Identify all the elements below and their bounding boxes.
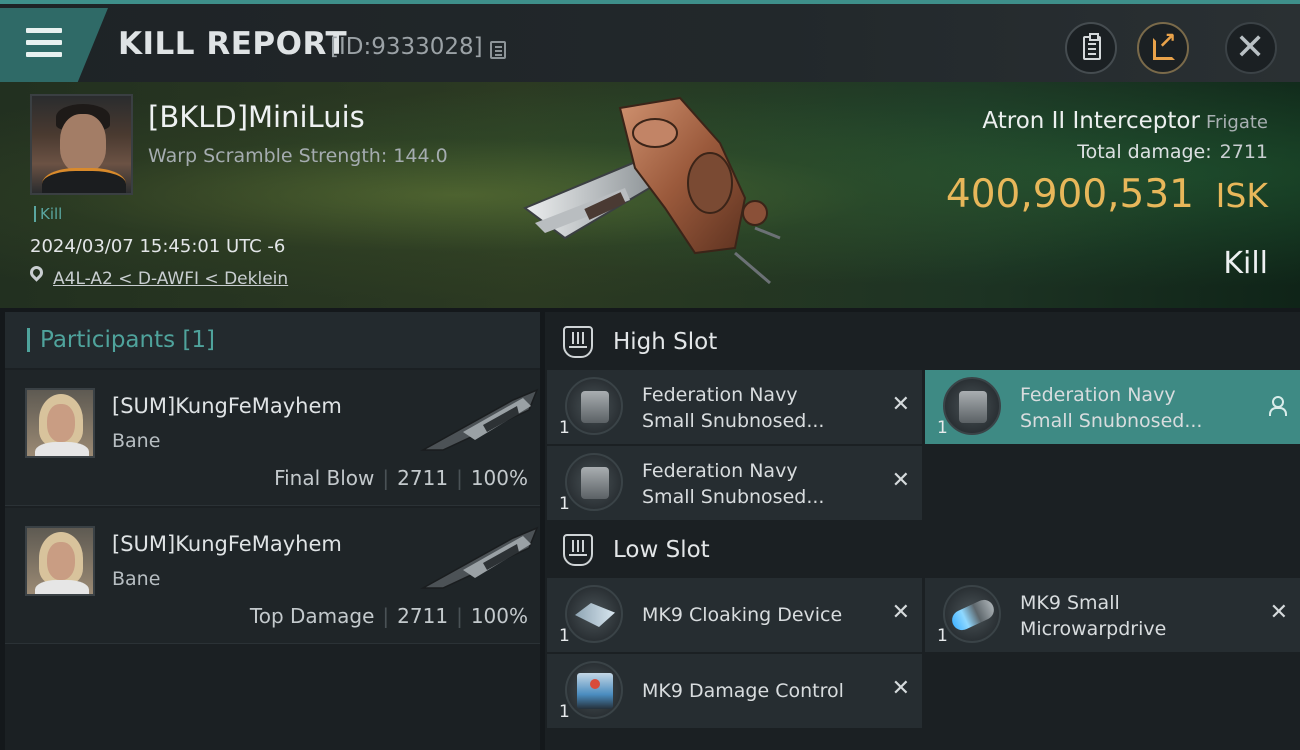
participant-ship: Bane bbox=[112, 568, 161, 590]
fitting-panel: High Slot 1 Federation Navy Small Snubnos… bbox=[545, 312, 1300, 750]
module-name: MK9 Small Microwarpdrive bbox=[1020, 592, 1167, 640]
menu-button[interactable] bbox=[0, 8, 108, 82]
warp-scramble-strength: Warp Scramble Strength: 144.0 bbox=[148, 145, 448, 167]
participants-header[interactable]: Participants [1] bbox=[5, 312, 540, 368]
cloak-icon bbox=[565, 585, 623, 643]
copy-icon[interactable] bbox=[490, 41, 506, 59]
participant-row[interactable]: [SUM]KungFeMayhem Bane Final Blow | 2711 | 1… bbox=[5, 370, 540, 506]
high-slot-header: High Slot bbox=[545, 314, 1300, 370]
destroyed-icon: ✕ bbox=[891, 468, 910, 493]
participant-name: [SUM]KungFeMayhem bbox=[112, 394, 342, 418]
ship-class: Frigate bbox=[1205, 112, 1268, 133]
participant-stats: Top Damage | 2711 | 100% bbox=[249, 604, 528, 628]
participant-avatar[interactable] bbox=[25, 388, 95, 458]
clipboard-button[interactable] bbox=[1065, 22, 1117, 74]
clipboard-icon bbox=[1083, 33, 1101, 60]
destroyed-icon: ✕ bbox=[891, 676, 910, 701]
participant-ship-image bbox=[420, 526, 539, 589]
module-item[interactable]: 1 MK9 Cloaking Device ✕ bbox=[547, 578, 922, 652]
module-name: Federation Navy Small Snubnosed... bbox=[642, 460, 825, 508]
participants-label: Participants [1] bbox=[40, 327, 215, 353]
user-icon bbox=[1268, 396, 1287, 416]
module-name: Federation Navy Small Snubnosed... bbox=[642, 384, 825, 432]
location-link[interactable]: A4L-A2 < D-AWFI < Deklein bbox=[53, 269, 288, 289]
kill-timestamp: 2024/03/07 15:45:01 UTC -6 bbox=[30, 236, 286, 257]
turret-icon bbox=[565, 453, 623, 511]
damage-control-icon bbox=[565, 661, 623, 719]
participant-avatar[interactable] bbox=[25, 526, 95, 596]
isk-unit: ISK bbox=[1215, 176, 1268, 215]
destroyed-icon: ✕ bbox=[891, 600, 910, 625]
module-item[interactable]: 1 Federation Navy Small Snubnosed... bbox=[925, 370, 1300, 444]
victim-ship-image[interactable] bbox=[505, 88, 795, 298]
kill-tag: Kill bbox=[34, 206, 62, 222]
participant-stats: Final Blow | 2711 | 100% bbox=[274, 466, 528, 490]
turret-icon bbox=[565, 377, 623, 435]
high-slot-icon bbox=[563, 326, 593, 358]
module-name: Federation Navy Small Snubnosed... bbox=[1020, 384, 1203, 432]
participant-ship-image bbox=[420, 388, 539, 451]
top-bar: KILL REPORT [ID:9333028] ✕ bbox=[0, 0, 1300, 82]
close-button[interactable]: ✕ bbox=[1225, 22, 1277, 74]
low-slot-header: Low Slot bbox=[545, 522, 1300, 578]
low-slot-icon bbox=[563, 534, 593, 566]
share-button[interactable] bbox=[1137, 22, 1189, 74]
module-name: MK9 Cloaking Device bbox=[642, 604, 843, 626]
participant-name: [SUM]KungFeMayhem bbox=[112, 532, 342, 556]
module-item[interactable]: 1 Federation Navy Small Snubnosed... ✕ bbox=[547, 446, 922, 520]
module-name: MK9 Damage Control bbox=[642, 680, 844, 702]
participants-panel: Participants [1] [SUM]KungFeMayhem Bane … bbox=[5, 312, 540, 750]
isk-value: 400,900,531 bbox=[945, 172, 1194, 217]
share-icon bbox=[1153, 29, 1176, 60]
microwarpdrive-icon bbox=[943, 585, 1001, 643]
participant-ship: Bane bbox=[112, 430, 161, 452]
page-title: KILL REPORT bbox=[118, 26, 348, 62]
destroyed-icon: ✕ bbox=[891, 392, 910, 417]
hamburger-icon bbox=[26, 28, 62, 58]
victim-name[interactable]: [BKLD]MiniLuis bbox=[148, 100, 365, 134]
total-damage-value: 2711 bbox=[1219, 141, 1268, 163]
close-icon: ✕ bbox=[1235, 27, 1266, 68]
kill-result: Kill bbox=[1223, 246, 1268, 281]
destroyed-icon: ✕ bbox=[1269, 600, 1288, 625]
ship-name[interactable]: Atron II Interceptor Frigate bbox=[982, 108, 1268, 134]
total-damage: Total damage: 2711 bbox=[1077, 141, 1268, 163]
module-item[interactable]: 1 Federation Navy Small Snubnosed... ✕ bbox=[547, 370, 922, 444]
module-item[interactable]: 1 MK9 Damage Control ✕ bbox=[547, 654, 922, 728]
turret-icon bbox=[943, 377, 1001, 435]
module-item[interactable]: 1 MK9 Small Microwarpdrive ✕ bbox=[925, 578, 1300, 652]
participant-row[interactable]: [SUM]KungFeMayhem Bane Top Damage | 2711 | 1… bbox=[5, 508, 540, 644]
report-id: [ID:9333028] bbox=[330, 34, 483, 60]
victim-portrait[interactable] bbox=[30, 94, 133, 195]
